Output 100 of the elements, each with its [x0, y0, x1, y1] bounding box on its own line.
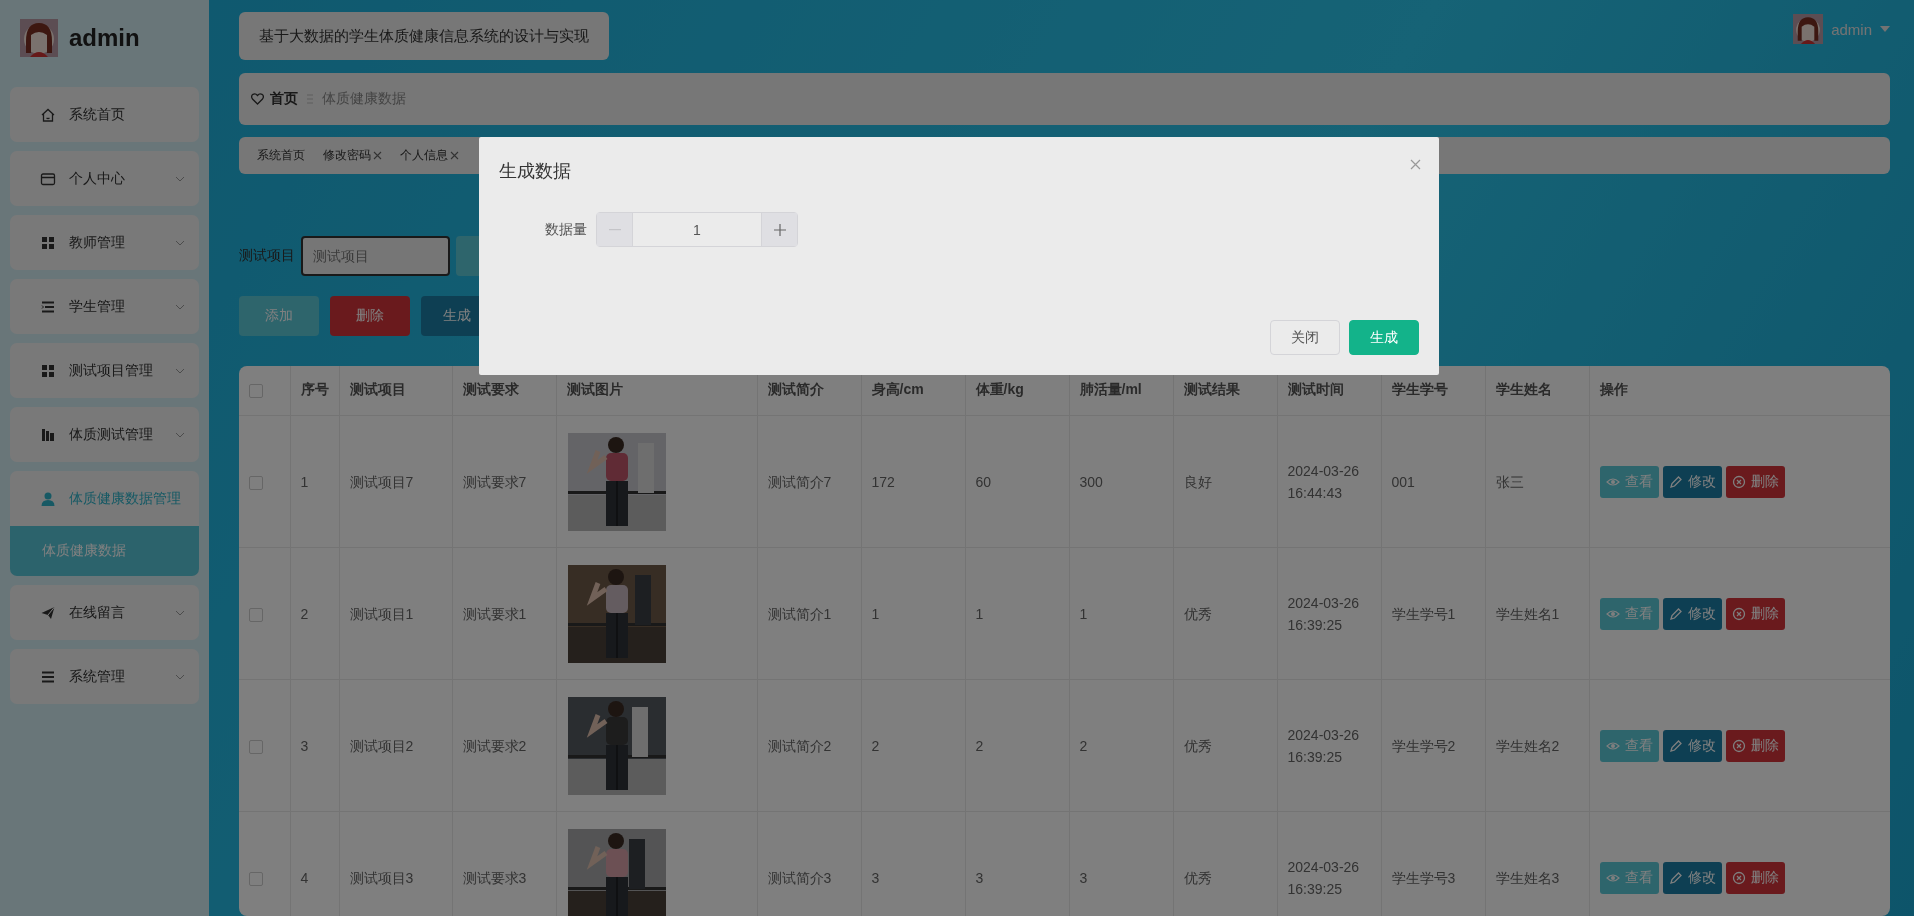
pencil-icon	[1668, 606, 1683, 621]
table-cell: 测试简介1	[757, 547, 861, 680]
field-label: 数据量	[545, 220, 587, 239]
eye-icon	[1605, 607, 1620, 620]
table-cell: 2024-03-26 16:39:25	[1277, 547, 1381, 680]
table-cell: 优秀	[1173, 679, 1277, 812]
table-cell: 学生姓名3	[1485, 811, 1589, 916]
pencil-icon	[1668, 474, 1683, 489]
checkbox[interactable]	[249, 607, 263, 622]
plus-icon	[773, 223, 786, 236]
column-header: 序号	[290, 365, 339, 416]
table-cell: 优秀	[1173, 547, 1277, 680]
add-button[interactable]: 添加	[239, 295, 319, 336]
heart-icon	[251, 93, 264, 106]
cancel-icon	[1731, 738, 1746, 753]
sidebar-item[interactable]: 系统管理	[10, 649, 199, 704]
table-cell: 学生学号1	[1381, 547, 1485, 680]
edit-button[interactable]: 修改	[1662, 729, 1722, 762]
edit-button[interactable]: 修改	[1662, 597, 1722, 630]
submenu-item[interactable]: 体质健康数据	[10, 526, 199, 576]
view-button[interactable]: 查看	[1599, 861, 1659, 894]
sidebar-item[interactable]: 教师管理	[10, 215, 199, 270]
table-cell: 学生姓名1	[1485, 547, 1589, 680]
quantity-field[interactable]: 1	[633, 213, 761, 246]
sidebar-item[interactable]: 在线留言	[10, 585, 199, 640]
pencil-icon	[1668, 870, 1683, 885]
checkbox[interactable]	[249, 475, 263, 490]
sidebar-item[interactable]: 学生管理	[10, 279, 199, 334]
tab[interactable]: 修改密码	[323, 146, 382, 164]
table-cell: 良好	[1173, 415, 1277, 548]
view-button[interactable]: 查看	[1599, 465, 1659, 498]
table-cell: 1	[861, 547, 965, 680]
checkbox[interactable]	[249, 384, 263, 399]
close-button[interactable]	[1410, 159, 1421, 170]
breadcrumb-link[interactable]: 首页	[270, 90, 298, 109]
edit-button[interactable]: 修改	[1662, 465, 1722, 498]
table-cell: 测试要求2	[452, 679, 556, 812]
table-cell: 测试项目1	[339, 547, 452, 680]
delete-button[interactable]: 删除	[1725, 861, 1785, 894]
checkbox[interactable]	[249, 739, 263, 754]
table-cell: 2	[965, 679, 1069, 812]
table-cell: 3	[861, 811, 965, 916]
table-cell: 测试简介3	[757, 811, 861, 916]
eye-icon	[1605, 739, 1620, 752]
close-button[interactable]: 关闭	[1270, 320, 1340, 355]
delete-button[interactable]: 删除	[330, 295, 410, 336]
increase-button[interactable]	[761, 213, 797, 246]
table-cell: 测试简介2	[757, 679, 861, 812]
dialog-title: 生成数据	[499, 160, 571, 183]
sidebar-item[interactable]: 体质健康数据管理	[10, 471, 199, 526]
table-cell: 测试项目3	[339, 811, 452, 916]
bar-chart-icon	[40, 426, 56, 443]
table-cell: 学生学号3	[1381, 811, 1485, 916]
delete-button[interactable]: 删除	[1725, 465, 1785, 498]
sidebar-item[interactable]: 体质测试管理	[10, 407, 199, 462]
avatar-icon	[20, 19, 58, 57]
table-cell: 优秀	[1173, 811, 1277, 916]
cancel-icon	[1731, 606, 1746, 621]
view-button[interactable]: 查看	[1599, 597, 1659, 630]
table-cell: 测试简介7	[757, 415, 861, 548]
sidebar-item[interactable]: 系统首页	[10, 87, 199, 142]
table-cell: 3	[1069, 811, 1173, 916]
close-icon	[1410, 159, 1421, 170]
table-cell: 2	[861, 679, 965, 812]
system-title: 基于大数据的学生体质健康信息系统的设计与实现	[239, 12, 609, 60]
table-cell: 4	[290, 811, 339, 916]
avatar-icon	[1793, 14, 1824, 44]
column-header: 学生姓名	[1485, 365, 1589, 416]
sidebar-item[interactable]: 测试项目管理	[10, 343, 199, 398]
table-cell: 1	[290, 415, 339, 548]
view-button[interactable]: 查看	[1599, 729, 1659, 762]
delete-button[interactable]: 删除	[1725, 729, 1785, 762]
table-cell: 2	[290, 547, 339, 680]
table-cell: 学生学号2	[1381, 679, 1485, 812]
table-cell: 3	[965, 811, 1069, 916]
table-cell: 1	[1069, 547, 1173, 680]
sidebar-item[interactable]: 个人中心	[10, 151, 199, 206]
table-cell: 2024-03-26 16:44:43	[1277, 415, 1381, 548]
card-icon	[40, 170, 56, 187]
delete-button[interactable]: 删除	[1725, 597, 1785, 630]
search-label: 测试项目	[239, 246, 295, 265]
search-field[interactable]: 测试项目	[301, 235, 450, 276]
table-cell: 测试要求7	[452, 415, 556, 548]
tab[interactable]: 个人信息	[400, 146, 459, 164]
checkbox[interactable]	[249, 871, 263, 886]
generate-button[interactable]: 生成	[1349, 320, 1419, 355]
table-cell: 测试项目7	[339, 415, 452, 548]
number-stepper[interactable]: 1	[596, 212, 798, 247]
tab[interactable]: 系统首页	[257, 146, 305, 164]
table-cell: 测试项目2	[339, 679, 452, 812]
edit-button[interactable]: 修改	[1662, 861, 1722, 894]
table-cell: 学生姓名2	[1485, 679, 1589, 812]
table-cell: 3	[290, 679, 339, 812]
grid-icon	[40, 362, 56, 379]
column-header: 操作	[1589, 365, 1890, 416]
caret-down-icon	[1880, 26, 1890, 32]
column-header: 测试项目	[339, 365, 452, 416]
table-cell: 1	[965, 547, 1069, 680]
table-cell: 测试要求1	[452, 547, 556, 680]
table-cell: 001	[1381, 415, 1485, 548]
